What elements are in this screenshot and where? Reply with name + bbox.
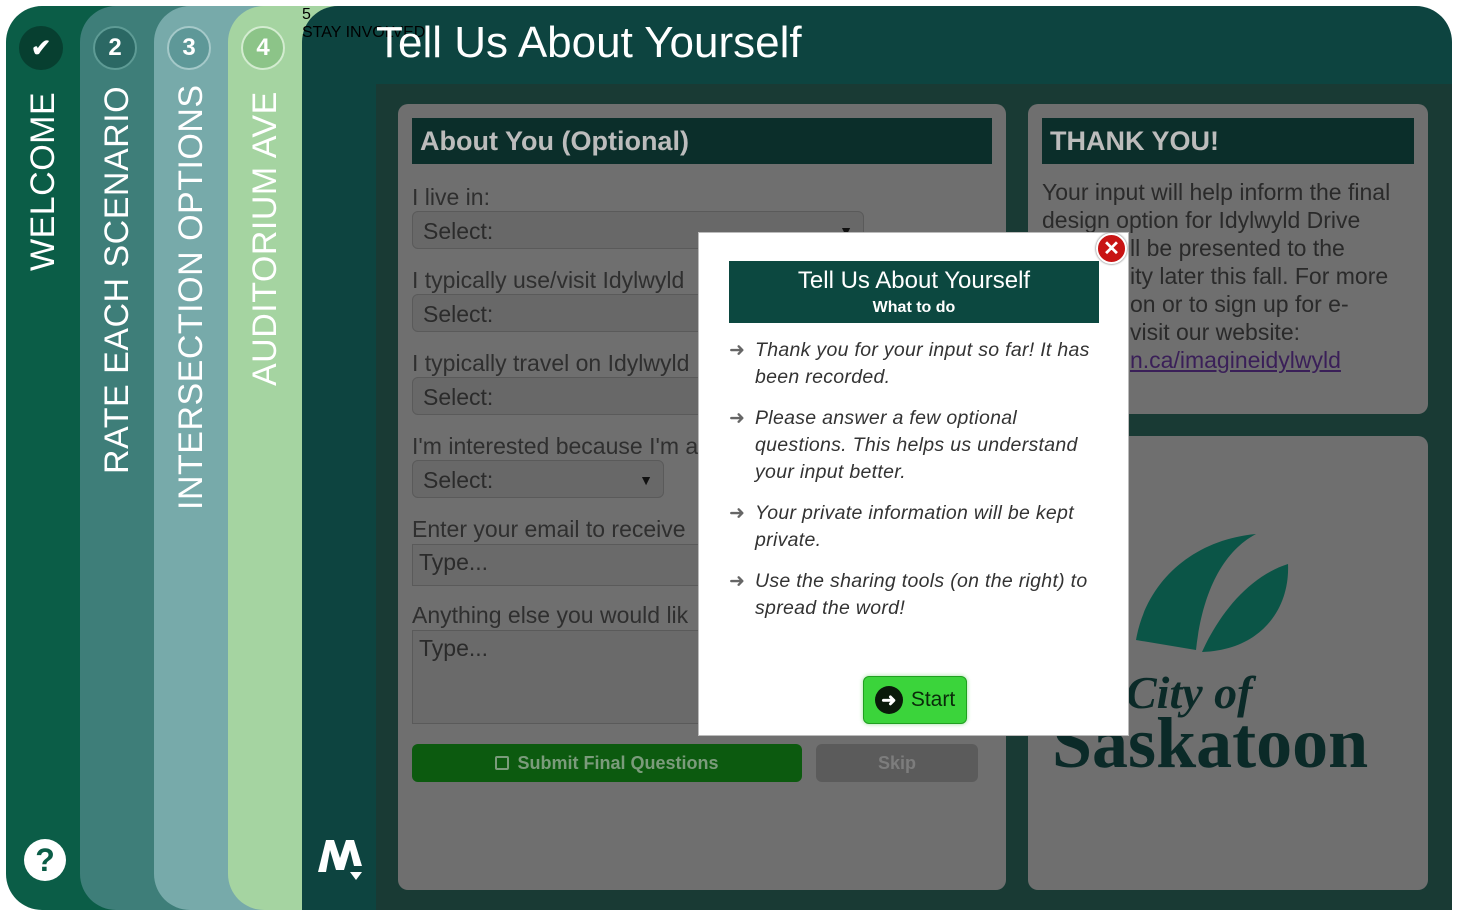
modal-tip: ➜ Use the sharing tools (on the right) t… [729, 568, 1099, 622]
mq-logo-icon [316, 832, 364, 880]
tab-auditorium-label: AUDITORIUM AVE [246, 91, 284, 386]
modal-tip: ➜ Please answer a few optional questions… [729, 405, 1099, 486]
thank-you-line: Your input will help inform the final [1042, 179, 1391, 205]
save-icon [495, 756, 510, 770]
close-icon[interactable]: ✕ [1096, 233, 1127, 264]
email-field[interactable]: Type... [412, 544, 712, 586]
website-link[interactable]: n.ca/imagineidylwyld [1130, 347, 1341, 373]
use-visit-label: I typically use/visit Idylwyld [412, 267, 685, 293]
travel-label: I typically travel on Idylwyld [412, 350, 690, 376]
interested-value: Select: [423, 467, 494, 493]
tab-rate-label: RATE EACH SCENARIO [98, 85, 136, 474]
modal-tip: ➜ Your private information will be kept … [729, 500, 1099, 554]
instructions-modal: Tell Us About Yourself What to do ➜ Than… [698, 232, 1129, 736]
live-in-value: Select: [423, 218, 494, 244]
help-icon[interactable]: ? [24, 839, 66, 881]
interested-label: I'm interested because I'm a [412, 433, 699, 459]
use-visit-select[interactable]: Select: [412, 294, 712, 332]
tip-text: Your private information will be kept pr… [755, 502, 1074, 551]
arrow-right-icon: ➜ [729, 571, 746, 592]
tab-welcome-label: WELCOME [24, 91, 62, 271]
tip-text: Please answer a few optional questions. … [755, 407, 1078, 483]
thank-you-heading: THANK YOU! [1042, 118, 1414, 164]
anything-else-textarea[interactable]: Type... [412, 630, 712, 724]
submit-final-questions-button[interactable]: Submit Final Questions [412, 744, 802, 782]
thank-you-line: design option for Idylwyld Drive [1042, 207, 1361, 233]
tab-rate-step-number: 2 [93, 26, 137, 70]
start-button[interactable]: ➜ Start [863, 676, 967, 724]
arrow-right-icon: ➜ [729, 408, 746, 429]
about-you-heading: About You (Optional) [412, 118, 992, 164]
interested-select[interactable]: Select: ▼ [412, 460, 664, 498]
arrow-right-icon: ➜ [729, 340, 746, 361]
modal-subtitle: What to do [872, 299, 956, 316]
travel-value: Select: [423, 384, 494, 410]
skip-label: Skip [877, 752, 916, 773]
tip-text: Thank you for your input so far! It has … [755, 339, 1090, 388]
step-complete-check-icon: ✔ [19, 26, 63, 70]
modal-title: Tell Us About Yourself [797, 267, 1031, 294]
anything-else-label: Anything else you would lik [412, 602, 689, 628]
submit-label: Submit Final Questions [517, 752, 719, 773]
page-title: Tell Us About Yourself [376, 18, 802, 67]
city-logo-icon [1132, 532, 1292, 654]
skip-button[interactable]: Skip [816, 744, 978, 782]
start-label: Start [910, 688, 956, 711]
use-visit-value: Select: [423, 301, 494, 327]
tip-text: Use the sharing tools (on the right) to … [755, 570, 1088, 619]
anything-else-placeholder: Type... [419, 635, 489, 661]
arrow-circle-right-icon: ➜ [874, 686, 903, 714]
email-placeholder: Type... [419, 549, 489, 575]
arrow-right-icon: ➜ [729, 503, 746, 524]
tab-auditorium-step-number: 4 [241, 26, 285, 70]
email-label: Enter your email to receive [412, 516, 686, 542]
modal-tip: ➜ Thank you for your input so far! It ha… [729, 337, 1099, 391]
tab-intersection-step-number: 3 [167, 26, 211, 70]
chevron-down-icon: ▼ [639, 472, 653, 488]
tab-intersection-label: INTERSECTION OPTIONS [172, 84, 210, 510]
travel-select[interactable]: Select: [412, 377, 712, 415]
live-in-label: I live in: [412, 184, 490, 210]
modal-header: Tell Us About Yourself What to do [729, 261, 1099, 323]
